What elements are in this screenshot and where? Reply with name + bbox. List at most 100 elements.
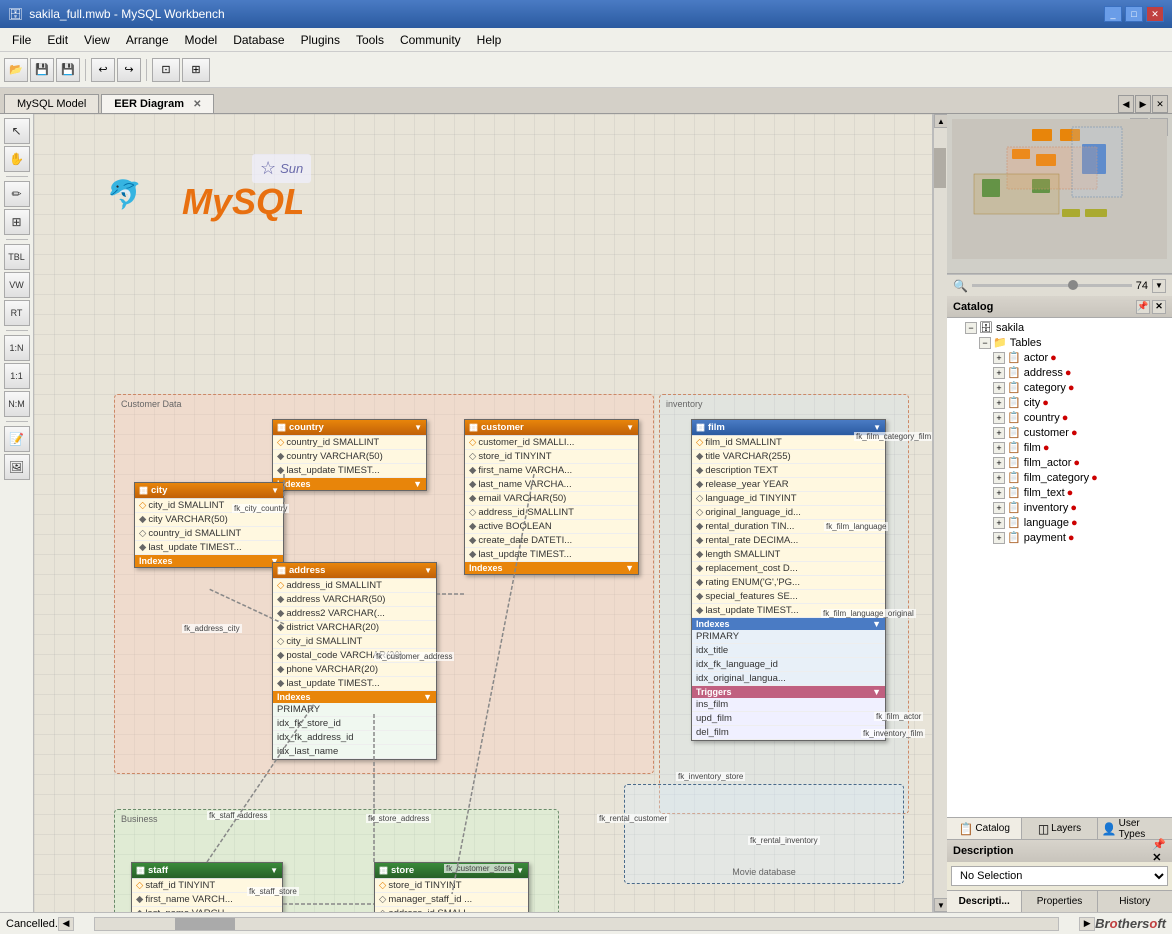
country-expand[interactable]: ▼	[414, 423, 422, 432]
tree-item-tables[interactable]: − 📁 Tables	[947, 335, 1172, 350]
tree-item-inventory[interactable]: + 📋 inventory ●	[947, 500, 1172, 515]
save-as-button[interactable]: 💾	[56, 58, 80, 82]
description-close-button[interactable]: ✕	[1152, 851, 1166, 864]
city-expand[interactable]: +	[993, 397, 1005, 409]
toggle-view-button[interactable]: ⊡	[152, 58, 180, 82]
actor-expand[interactable]: +	[993, 352, 1005, 364]
customer-expand[interactable]: ▼	[626, 423, 634, 432]
staff-expand[interactable]: ▼	[270, 866, 278, 875]
note-tool[interactable]: 📝	[4, 426, 30, 452]
sakila-expand[interactable]: −	[965, 322, 977, 334]
language-expand[interactable]: +	[993, 517, 1005, 529]
zoom-slider[interactable]	[972, 284, 1132, 287]
prop-tab-description[interactable]: Descripti...	[947, 891, 1022, 912]
menu-view[interactable]: View	[76, 31, 118, 49]
catalog-pin-button[interactable]: 📌	[1136, 300, 1150, 314]
view-tool[interactable]: VW	[4, 272, 30, 298]
customer-expand[interactable]: +	[993, 427, 1005, 439]
rel-nm-tool[interactable]: N:M	[4, 391, 30, 417]
zoom-slider-thumb[interactable]	[1068, 280, 1078, 290]
tree-item-language[interactable]: + 📋 language ●	[947, 515, 1172, 530]
tree-item-film-actor[interactable]: + 📋 film_actor ●	[947, 455, 1172, 470]
film-text-expand[interactable]: +	[993, 487, 1005, 499]
vertical-scrollbar[interactable]: ▲ ▼	[933, 114, 947, 912]
menu-community[interactable]: Community	[392, 31, 469, 49]
zoom-out-icon[interactable]: 🔍	[953, 279, 968, 293]
tab-close-all[interactable]: ✕	[1152, 95, 1168, 113]
inventory-expand[interactable]: +	[993, 502, 1005, 514]
table-country[interactable]: ▦ country ▼ ◇country_id SMALLINT ◆countr…	[272, 419, 427, 491]
film-indexes-header[interactable]: Indexes ▼	[692, 618, 885, 630]
close-button[interactable]: ✕	[1146, 6, 1164, 22]
table-city[interactable]: ▦ city ▼ ◇city_id SMALLINT ◆city VARCHAR…	[134, 482, 284, 568]
rect-tool[interactable]: ⊞	[4, 209, 30, 235]
description-pin-button[interactable]: 📌	[1152, 838, 1166, 851]
minimize-button[interactable]: _	[1104, 6, 1122, 22]
grid-button[interactable]: ⊞	[182, 58, 210, 82]
menu-tools[interactable]: Tools	[348, 31, 392, 49]
address-expand[interactable]: +	[993, 367, 1005, 379]
description-select[interactable]: No Selection	[951, 866, 1168, 886]
pan-tool[interactable]: ✋	[4, 146, 30, 172]
film-expand[interactable]: +	[993, 442, 1005, 454]
catalog-tab-layers[interactable]: ◫ Layers	[1022, 818, 1097, 839]
store-expand[interactable]: ▼	[516, 866, 524, 875]
tree-item-sakila[interactable]: − 🗄 sakila	[947, 320, 1172, 335]
h-scroll-thumb[interactable]	[175, 918, 235, 930]
category-expand[interactable]: +	[993, 382, 1005, 394]
film-triggers-header[interactable]: Triggers ▼	[692, 686, 885, 698]
save-button[interactable]: 💾	[30, 58, 54, 82]
scroll-down-button[interactable]: ▼	[934, 898, 947, 912]
catalog-close-button[interactable]: ✕	[1152, 300, 1166, 314]
eer-canvas[interactable]: MySQL 🐬 ☆ Sun Customer Data ▦ country ▼	[34, 114, 933, 912]
indexes-expand[interactable]: ▼	[625, 563, 634, 573]
film-expand[interactable]: ▼	[873, 423, 881, 432]
redo-button[interactable]: ↪	[117, 58, 141, 82]
customer-indexes-header[interactable]: Indexes ▼	[465, 562, 638, 574]
tab-eer-diagram[interactable]: EER Diagram ✕	[101, 94, 214, 113]
city-indexes-header[interactable]: Indexes ▼	[135, 555, 283, 567]
film-category-expand[interactable]: +	[993, 472, 1005, 484]
tree-item-city[interactable]: + 📋 city ●	[947, 395, 1172, 410]
maximize-button[interactable]: □	[1125, 6, 1143, 22]
tab-scroll-right[interactable]: ▶	[1135, 95, 1151, 113]
menu-plugins[interactable]: Plugins	[293, 31, 348, 49]
menu-arrange[interactable]: Arrange	[118, 31, 177, 49]
address-expand[interactable]: ▼	[424, 566, 432, 575]
table-customer[interactable]: ▦ customer ▼ ◇customer_id SMALLI... ◇sto…	[464, 419, 639, 575]
city-expand[interactable]: ▼	[271, 486, 279, 495]
scroll-left-button[interactable]: ◀	[58, 917, 74, 931]
country-expand[interactable]: +	[993, 412, 1005, 424]
country-indexes-header[interactable]: Indexes ▼	[273, 478, 426, 490]
tree-item-address[interactable]: + 📋 address ●	[947, 365, 1172, 380]
prop-tab-history[interactable]: History	[1098, 891, 1172, 912]
scroll-right-button[interactable]: ▶	[1079, 917, 1095, 931]
zoom-dropdown[interactable]: ▼	[1152, 279, 1166, 293]
indexes-expand[interactable]: ▼	[413, 479, 422, 489]
menu-model[interactable]: Model	[177, 31, 226, 49]
table-film[interactable]: ▦ film ▼ ◇film_id SMALLINT ◆title VARCHA…	[691, 419, 886, 741]
catalog-tab-catalog[interactable]: 📋 Catalog	[947, 818, 1022, 839]
tree-item-customer[interactable]: + 📋 customer ●	[947, 425, 1172, 440]
table-address[interactable]: ▦ address ▼ ◇address_id SMALLINT ◆addres…	[272, 562, 437, 760]
open-button[interactable]: 📂	[4, 58, 28, 82]
tree-item-payment[interactable]: + 📋 payment ●	[947, 530, 1172, 545]
tree-item-country[interactable]: + 📋 country ●	[947, 410, 1172, 425]
image-tool[interactable]: 🖼	[4, 454, 30, 480]
menu-help[interactable]: Help	[469, 31, 510, 49]
tree-item-category[interactable]: + 📋 category ●	[947, 380, 1172, 395]
address-indexes-header[interactable]: Indexes ▼	[273, 691, 436, 703]
tab-mysql-model[interactable]: MySQL Model	[4, 94, 99, 113]
routine-tool[interactable]: RT	[4, 300, 30, 326]
pencil-tool[interactable]: ✏	[4, 181, 30, 207]
catalog-tab-user-types[interactable]: 👤 User Types	[1098, 818, 1172, 839]
place-table-tool[interactable]: TBL	[4, 244, 30, 270]
menu-file[interactable]: File	[4, 31, 39, 49]
select-tool[interactable]: ↖	[4, 118, 30, 144]
tab-scroll-left[interactable]: ◀	[1118, 95, 1134, 113]
scroll-up-button[interactable]: ▲	[934, 114, 947, 128]
payment-expand[interactable]: +	[993, 532, 1005, 544]
horizontal-scrollbar[interactable]	[94, 917, 1059, 931]
indexes-expand[interactable]: ▼	[872, 619, 881, 629]
tab-close-icon[interactable]: ✕	[193, 99, 201, 110]
